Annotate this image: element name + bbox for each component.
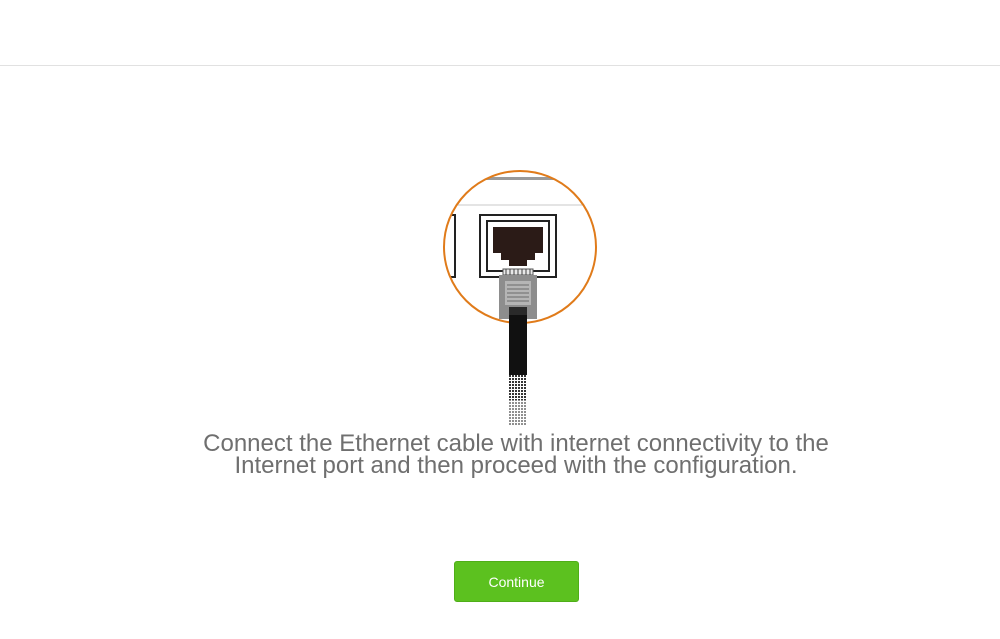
instruction-text: Connect the Ethernet cable with internet… [203,430,829,479]
setup-page: Connect the Ethernet cable with internet… [0,0,1000,639]
top-bar [0,0,1000,66]
ethernet-port-cable-icon [437,165,607,430]
continue-button[interactable]: Continue [454,561,579,602]
